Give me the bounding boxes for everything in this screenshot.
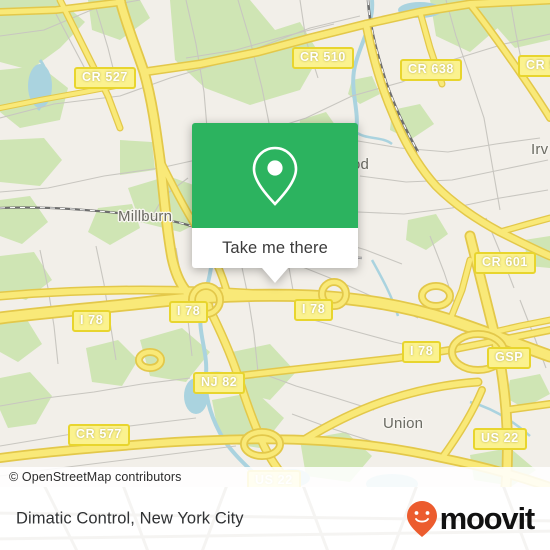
route-shield-i-78-a: I 78 xyxy=(72,310,112,333)
osm-attribution-bar: © OpenStreetMap contributors xyxy=(0,467,550,487)
route-shield-cr-638: CR 638 xyxy=(400,59,462,82)
map-canvas[interactable]: Millburn od Irv Union CR 527 CR 510 CR 6… xyxy=(0,0,550,487)
footer-bar: Dimatic Control, New York City moovit xyxy=(0,487,550,550)
route-shield-cr-577: CR 577 xyxy=(68,424,130,447)
page-title: Dimatic Control, New York City xyxy=(16,509,244,527)
moovit-logo[interactable]: moovit xyxy=(405,499,536,539)
moovit-pin-icon xyxy=(406,500,437,537)
route-shield-i-78-c: I 78 xyxy=(294,299,334,322)
callout-pointer xyxy=(262,268,288,283)
location-callout-card[interactable]: Take me there xyxy=(192,123,358,283)
take-me-there-label: Take me there xyxy=(222,238,328,257)
route-shield-cr-510: CR 510 xyxy=(292,47,354,70)
route-shield-i-78-d: I 78 xyxy=(402,341,442,364)
route-shield-cr-601: CR 601 xyxy=(474,252,536,275)
route-shield-gsp: GSP xyxy=(487,347,532,370)
take-me-there-button[interactable]: Take me there xyxy=(192,228,358,268)
screenshot-root: Millburn od Irv Union CR 527 CR 510 CR 6… xyxy=(0,0,550,550)
moovit-wordmark: moovit xyxy=(439,501,536,536)
route-shield-i-78-b: I 78 xyxy=(169,301,209,324)
callout-image-area xyxy=(192,123,358,228)
route-shield-cr-51: CR 51 xyxy=(518,55,550,78)
route-shield-cr-527: CR 527 xyxy=(74,67,136,90)
osm-attribution-text[interactable]: © OpenStreetMap contributors xyxy=(0,470,182,484)
map-pin-icon xyxy=(252,146,298,206)
route-shield-nj-82: NJ 82 xyxy=(193,372,246,395)
route-shield-us-22-a: US 22 xyxy=(473,428,527,451)
